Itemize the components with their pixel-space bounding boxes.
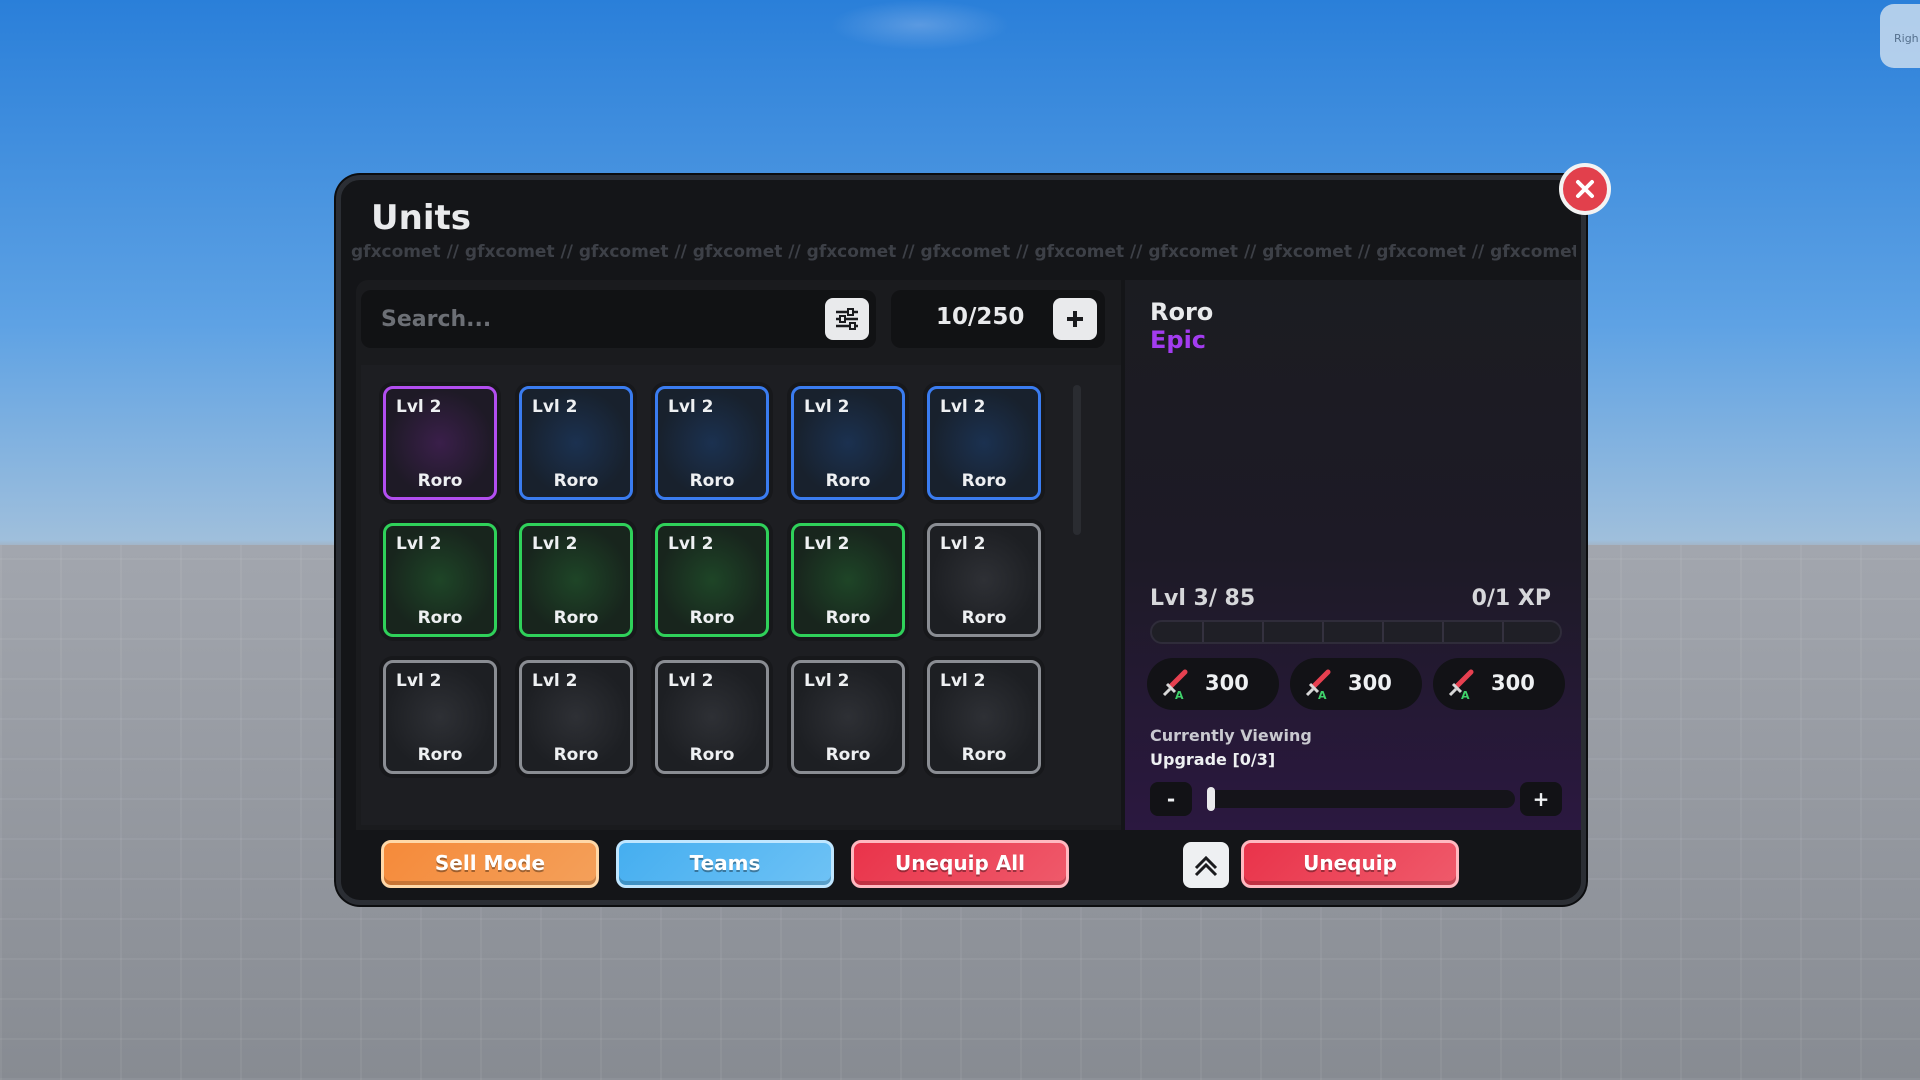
unit-rarity: Epic: [1150, 326, 1207, 354]
unit-detail-panel: Roro Epic Lvl 3/ 85 0/1 XP A 300 A 300 A…: [1125, 280, 1581, 830]
corner-button-label: Righ: [1894, 32, 1919, 45]
unit-card[interactable]: Lvl 2 Roro: [791, 386, 905, 500]
unequip-button[interactable]: Unequip: [1241, 840, 1459, 888]
close-button[interactable]: [1559, 163, 1611, 215]
upgrade-cost-3: A 300: [1433, 658, 1565, 710]
unit-card-name: Roro: [689, 608, 735, 628]
search-box: [361, 290, 876, 348]
unit-card[interactable]: Lvl 2 Roro: [791, 660, 905, 774]
xp-bar: [1150, 620, 1562, 644]
close-icon: [1576, 180, 1594, 198]
unit-card-level: Lvl 2: [396, 534, 442, 554]
unit-card-level: Lvl 2: [940, 671, 986, 691]
currently-viewing-label: Currently Viewing: [1150, 726, 1312, 745]
sword-icon: A: [1162, 669, 1188, 700]
upgrade-label: Upgrade [0/3]: [1150, 750, 1276, 769]
cost-value: 300: [1491, 671, 1535, 695]
unit-card-level: Lvl 2: [396, 671, 442, 691]
unit-card-level: Lvl 2: [804, 671, 850, 691]
filter-button[interactable]: [825, 298, 869, 340]
unit-card[interactable]: Lvl 2 Roro: [927, 386, 1041, 500]
unit-card-level: Lvl 2: [940, 397, 986, 417]
cloud: [830, 0, 1010, 50]
unit-card-name: Roro: [825, 745, 871, 765]
sliders-icon: [836, 308, 858, 330]
unit-level: Lvl 3/ 85: [1150, 586, 1256, 611]
unit-card-name: Roro: [553, 608, 599, 628]
teams-button[interactable]: Teams: [616, 840, 834, 888]
upgrade-cost-1: A 300: [1147, 658, 1279, 710]
unit-card-name: Roro: [961, 471, 1007, 491]
chevron-up-icon: [1194, 855, 1218, 877]
increase-button[interactable]: +: [1520, 782, 1562, 816]
unit-card-name: Roro: [417, 745, 463, 765]
unit-card-level: Lvl 2: [940, 534, 986, 554]
inventory-count-box: 10/250: [891, 290, 1105, 348]
window-title: Units: [371, 198, 471, 238]
unit-card[interactable]: Lvl 2 Roro: [519, 523, 633, 637]
watermark-text: gfxcomet // gfxcomet // gfxcomet // gfxc…: [351, 242, 1576, 262]
upgrade-slider[interactable]: [1207, 787, 1515, 811]
svg-text:A: A: [1461, 689, 1470, 700]
unit-card-level: Lvl 2: [668, 397, 714, 417]
unit-card-name: Roro: [417, 608, 463, 628]
unit-card[interactable]: Lvl 2 Roro: [655, 523, 769, 637]
unit-card-level: Lvl 2: [396, 397, 442, 417]
unit-card[interactable]: Lvl 2 Roro: [383, 660, 497, 774]
unit-card-level: Lvl 2: [804, 534, 850, 554]
slider-thumb[interactable]: [1207, 787, 1215, 811]
unit-card[interactable]: Lvl 2 Roro: [655, 386, 769, 500]
unit-xp: 0/1 XP: [1471, 586, 1551, 611]
unit-card-name: Roro: [961, 608, 1007, 628]
unit-card-name: Roro: [961, 745, 1007, 765]
cost-value: 300: [1205, 671, 1249, 695]
unit-grid: Lvl 2 Roro Lvl 2 Roro Lvl 2 Roro Lvl 2 Roro Lvl …: [361, 365, 1121, 825]
unit-card-level: Lvl 2: [532, 534, 578, 554]
unit-card-level: Lvl 2: [668, 534, 714, 554]
unit-card-level: Lvl 2: [804, 397, 850, 417]
unequip-all-button[interactable]: Unequip All: [851, 840, 1069, 888]
inventory-count: 10/250: [936, 304, 1025, 330]
unit-card-level: Lvl 2: [668, 671, 714, 691]
decrease-button[interactable]: -: [1150, 782, 1192, 816]
svg-text:A: A: [1318, 689, 1327, 700]
svg-text:A: A: [1175, 689, 1184, 700]
expand-storage-button[interactable]: [1053, 298, 1097, 340]
unit-card-level: Lvl 2: [532, 397, 578, 417]
unit-name: Roro: [1150, 298, 1214, 326]
sword-icon: A: [1305, 669, 1331, 700]
unit-card[interactable]: Lvl 2 Roro: [519, 386, 633, 500]
unit-card[interactable]: Lvl 2 Roro: [927, 660, 1041, 774]
sell-mode-button[interactable]: Sell Mode: [381, 840, 599, 888]
unit-card[interactable]: Lvl 2 Roro: [383, 523, 497, 637]
sword-icon: A: [1448, 669, 1474, 700]
cost-value: 300: [1348, 671, 1392, 695]
upgrade-cost-2: A 300: [1290, 658, 1422, 710]
unit-card[interactable]: Lvl 2 Roro: [519, 660, 633, 774]
unit-card[interactable]: Lvl 2 Roro: [927, 523, 1041, 637]
unit-card-level: Lvl 2: [532, 671, 578, 691]
plus-icon: [1067, 311, 1083, 327]
units-window: Units gfxcomet // gfxcomet // gfxcomet /…: [336, 163, 1611, 905]
corner-button[interactable]: Righ: [1880, 4, 1920, 68]
search-input[interactable]: [381, 300, 801, 338]
collapse-button[interactable]: [1183, 842, 1229, 888]
unit-card[interactable]: Lvl 2 Roro: [791, 523, 905, 637]
unit-card-name: Roro: [417, 471, 463, 491]
unit-card[interactable]: Lvl 2 Roro: [383, 386, 497, 500]
unit-card[interactable]: Lvl 2 Roro: [655, 660, 769, 774]
unit-card-name: Roro: [553, 745, 599, 765]
unit-card-name: Roro: [825, 471, 871, 491]
scrollbar[interactable]: [1073, 385, 1081, 535]
unit-card-name: Roro: [553, 471, 599, 491]
unit-card-name: Roro: [689, 471, 735, 491]
unit-card-name: Roro: [825, 608, 871, 628]
unit-card-name: Roro: [689, 745, 735, 765]
units-list-panel: 10/250 Lvl 2 Roro Lvl 2 Roro Lvl 2 Roro Lvl 2 R…: [356, 280, 1121, 830]
